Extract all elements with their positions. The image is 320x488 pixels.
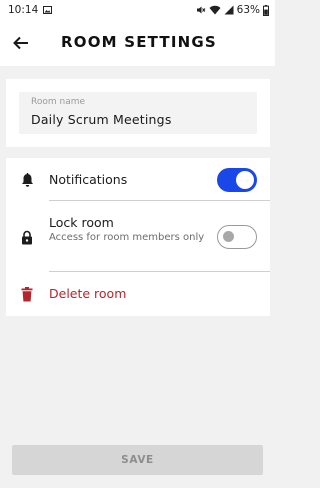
room-name-card: Room name Daily Scrum Meetings <box>6 79 270 147</box>
lock-icon <box>19 229 35 245</box>
room-name-value[interactable]: Daily Scrum Meetings <box>31 112 172 127</box>
divider <box>49 271 270 272</box>
toggle-knob <box>223 231 234 242</box>
room-name-label: Room name <box>31 97 86 107</box>
status-bar: 10:14 63% <box>0 0 275 20</box>
status-right: 63% <box>196 4 269 16</box>
room-name-field[interactable]: Room name Daily Scrum Meetings <box>19 92 257 134</box>
mute-icon <box>196 5 206 15</box>
lock-room-description: Access for room members only <box>49 232 205 243</box>
notifications-label: Notifications <box>49 172 128 187</box>
notifications-toggle[interactable] <box>217 168 257 192</box>
status-time: 10:14 <box>8 4 39 16</box>
arrow-left-icon <box>13 36 28 50</box>
lock-room-toggle[interactable] <box>217 225 257 249</box>
bell-icon <box>19 172 35 188</box>
back-button[interactable] <box>10 32 32 54</box>
lock-room-label: Lock room <box>49 215 114 230</box>
delete-room-button[interactable]: Delete room <box>6 276 270 310</box>
status-left: 10:14 <box>8 4 53 16</box>
signal-icon <box>224 5 234 15</box>
page-title: ROOM SETTINGS <box>61 33 217 51</box>
settings-card: Notifications Lock room Access for room … <box>6 158 270 316</box>
app-bar: ROOM SETTINGS <box>0 20 275 66</box>
wifi-icon <box>209 5 221 15</box>
image-icon <box>43 6 53 14</box>
delete-room-label: Delete room <box>49 286 127 301</box>
battery-percent: 63% <box>236 4 260 16</box>
room-settings-screen: 10:14 63% ROOM SETTINGS Room name Daily … <box>0 0 275 488</box>
trash-icon <box>19 286 35 302</box>
save-button[interactable]: SAVE <box>12 445 263 475</box>
divider <box>49 200 270 201</box>
toggle-knob <box>236 171 254 189</box>
battery-icon <box>263 4 269 16</box>
